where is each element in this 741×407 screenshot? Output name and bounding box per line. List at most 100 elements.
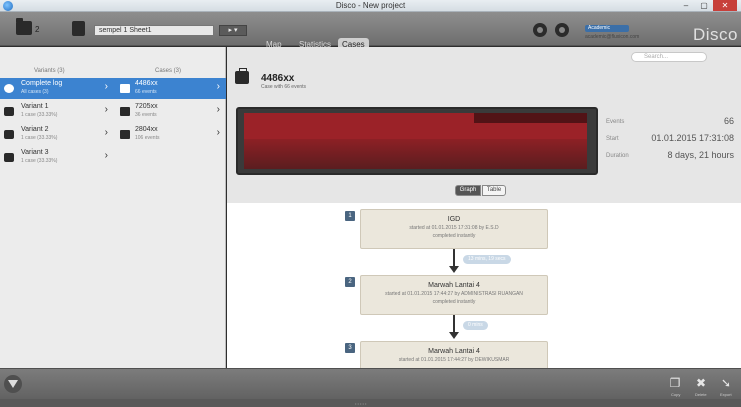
delete-label: Delete <box>695 392 707 397</box>
activity-name: Marwah Lantai 4 <box>428 282 480 289</box>
open-project-icon[interactable] <box>16 18 32 35</box>
resize-grip-icon[interactable]: • • • • • <box>355 401 366 406</box>
export-icon[interactable]: ➘ <box>718 376 734 390</box>
stat-duration-label: Duration <box>606 153 629 159</box>
case-item-2804xx[interactable]: 2804xx 106 events › <box>114 124 226 145</box>
activity-completion: completed instantly <box>432 233 476 239</box>
account-badge[interactable]: Academic <box>585 25 629 32</box>
graph-view-button[interactable]: Graph <box>455 185 481 196</box>
activity-node[interactable]: Marwah Lantai 4 started at 01.01.2015 17… <box>360 275 548 315</box>
cases-header: Cases (3) <box>155 68 182 74</box>
project-count: 2 <box>35 25 40 34</box>
account-email: academic@fluxicon.com <box>585 34 640 40</box>
variant-sub: 1 case (33.33%) <box>21 112 58 118</box>
timeline-bar <box>244 139 587 169</box>
briefcase-icon <box>120 84 130 93</box>
flow-connector <box>453 315 455 333</box>
status-bar: • • • • • <box>0 399 741 407</box>
copy-icon[interactable]: ❐ <box>667 376 683 390</box>
search-input[interactable]: Search... <box>631 52 707 62</box>
case-sub: 106 events <box>135 135 160 141</box>
variant-sub: 1 case (33.33%) <box>21 158 58 164</box>
help-icon[interactable] <box>555 23 569 37</box>
activity-name: IGD <box>447 216 461 223</box>
variant-icon <box>4 153 14 162</box>
maximize-button[interactable]: ▢ <box>696 0 712 11</box>
variant-item-2[interactable]: Variant 2 1 case (33.33%) › <box>0 124 114 145</box>
chevron-right-icon: › <box>216 127 220 138</box>
briefcase-icon <box>120 107 130 116</box>
variants-cases-panel: Variants (3) Cases (3) Complete log All … <box>0 47 226 368</box>
activity-start: started at 01.01.2015 17:44:27 by DEWIKU… <box>398 357 510 363</box>
minimize-button[interactable]: – <box>678 0 694 11</box>
activity-start: started at 01.01.2015 17:44:27 by ADMINI… <box>385 291 523 297</box>
table-view-button[interactable]: Table <box>482 185 506 196</box>
case-detail-panel: Search... 4486xx Case with 66 events Eve… <box>227 47 741 368</box>
stat-start-label: Start <box>606 136 619 142</box>
variant-icon <box>4 107 14 116</box>
chevron-right-icon: › <box>216 81 220 92</box>
case-label: 2804xx <box>135 126 158 133</box>
variant-sub: 1 case (33.33%) <box>21 135 58 141</box>
variants-header: Variants (3) <box>34 68 65 74</box>
copy-label: Copy <box>671 392 681 397</box>
disco-logo: Disco <box>693 25 739 44</box>
filter-icon[interactable] <box>4 375 22 393</box>
activity-number: 3 <box>345 343 355 353</box>
dataset-actions-button[interactable]: ▸ ▾ <box>219 25 247 36</box>
timeline-segment <box>474 113 587 123</box>
case-sub: 66 events <box>135 89 157 95</box>
arrow-down-icon <box>449 266 459 273</box>
chevron-right-icon: › <box>104 104 108 115</box>
close-button[interactable]: ✕ <box>713 0 737 11</box>
stat-duration-value: 8 days, 21 hours <box>667 150 734 160</box>
variant-label: Complete log <box>21 80 63 87</box>
case-timeline <box>236 107 598 175</box>
save-icon[interactable] <box>72 21 85 36</box>
chevron-right-icon: › <box>104 150 108 161</box>
activity-number: 1 <box>345 211 355 221</box>
activity-flow: 1 IGD started at 01.01.2015 17:31:08 by … <box>227 203 741 368</box>
variant-item-complete-log[interactable]: Complete log All cases (3) › <box>0 78 114 99</box>
case-item-4486xx[interactable]: 4486xx 66 events › <box>114 78 226 99</box>
case-sub: 36 events <box>135 112 157 118</box>
export-label: Export <box>720 392 732 397</box>
title-bar: Disco - New project – ▢ ✕ <box>0 0 741 12</box>
variant-icon <box>4 130 14 139</box>
variant-item-3[interactable]: Variant 3 1 case (33.33%) › <box>0 147 114 168</box>
activity-start: started at 01.01.2015 17:31:08 by E.S.D <box>409 225 499 231</box>
delete-icon[interactable]: ✖ <box>693 376 709 390</box>
bottom-toolbar: ❐ Copy ✖ Delete ➘ Export <box>0 368 741 399</box>
activity-node[interactable]: Marwah Lantai 4 started at 01.01.2015 17… <box>360 341 548 368</box>
activity-node[interactable]: IGD started at 01.01.2015 17:31:08 by E.… <box>360 209 548 249</box>
case-subtitle: Case with 66 events <box>261 84 307 90</box>
activity-completion: completed instantly <box>432 299 476 305</box>
stat-events-label: Events <box>606 119 625 125</box>
stat-start-value: 01.01.2015 17:31:08 <box>651 133 734 143</box>
arrow-down-icon <box>449 332 459 339</box>
briefcase-icon <box>120 130 130 139</box>
window-title: Disco - New project <box>335 1 406 10</box>
chevron-right-icon: › <box>216 104 220 115</box>
chevron-right-icon: › <box>104 81 108 92</box>
variant-label: Variant 2 <box>21 126 49 133</box>
flow-connector <box>453 249 455 267</box>
main-toolbar: 2 sempel 1 Sheet1 ▸ ▾ Map Statistics Cas… <box>0 12 741 56</box>
duration-badge: 0 mins <box>463 321 488 330</box>
activity-name: Marwah Lantai 4 <box>428 348 480 355</box>
case-label: 7205xx <box>135 103 158 110</box>
settings-icon[interactable] <box>533 23 547 37</box>
variant-item-1[interactable]: Variant 1 1 case (33.33%) › <box>0 101 114 122</box>
case-label: 4486xx <box>135 80 158 87</box>
dataset-select[interactable]: sempel 1 Sheet1 <box>94 25 214 36</box>
chevron-right-icon: › <box>104 127 108 138</box>
case-title: 4486xx <box>261 73 295 84</box>
variant-label: Variant 1 <box>21 103 49 110</box>
duration-badge: 13 mins, 19 secs <box>463 255 511 264</box>
variant-label: Variant 3 <box>21 149 49 156</box>
activity-number: 2 <box>345 277 355 287</box>
variant-sub: All cases (3) <box>21 89 49 95</box>
case-item-7205xx[interactable]: 7205xx 36 events › <box>114 101 226 122</box>
stat-events-value: 66 <box>723 116 734 126</box>
globe-icon <box>4 84 14 93</box>
